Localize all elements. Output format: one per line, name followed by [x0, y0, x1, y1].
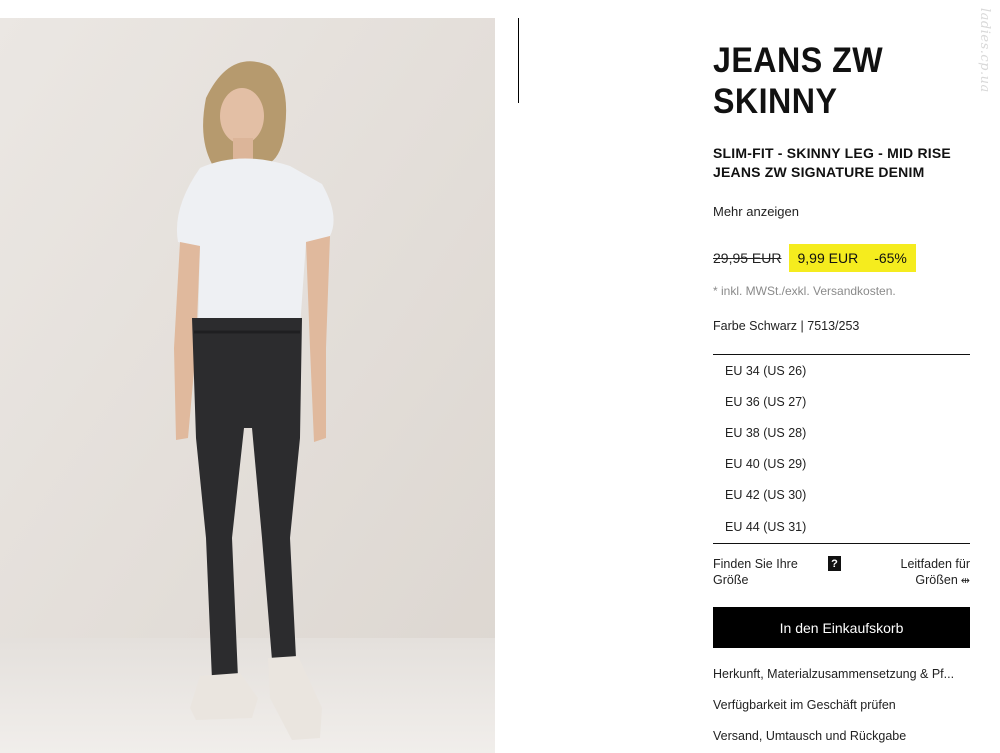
product-subtitle-line: JEANS ZW SIGNATURE DENIM: [713, 164, 925, 180]
sale-price-badge: 9,99 EUR -65%: [789, 244, 916, 272]
old-price: 29,95 EUR: [713, 250, 782, 266]
discount-label: -65%: [874, 250, 907, 266]
composition-care-link[interactable]: Herkunft, Materialzusammensetzung & Pf..…: [713, 666, 970, 697]
model-image: [0, 18, 495, 753]
product-info: JEANS ZW SKINNY SLIM-FIT - SKINNY LEG - …: [713, 40, 970, 219]
find-your-size-link[interactable]: Finden Sie Ihre Größe: [713, 556, 813, 588]
size-help-row: Finden Sie Ihre Größe ? Leitfaden für Gr…: [713, 556, 970, 592]
product-photo[interactable]: [0, 18, 495, 753]
show-more-link[interactable]: Mehr anzeigen: [713, 204, 970, 219]
product-title-line: SKINNY: [713, 82, 838, 121]
size-option[interactable]: EU 40 (US 29): [713, 449, 970, 480]
price-row: 29,95 EUR 9,99 EUR -65%: [713, 244, 916, 272]
ruler-icon: ⇹: [960, 575, 970, 587]
tax-note: * inkl. MWSt./exkl. Versandkosten.: [713, 284, 896, 298]
size-guide-label: Leitfaden für: [900, 557, 971, 571]
new-price: 9,99 EUR: [797, 250, 859, 266]
product-subtitle: SLIM-FIT - SKINNY LEG - MID RISE JEANS Z…: [713, 144, 970, 182]
size-guide-label: Größen: [915, 573, 958, 587]
size-option[interactable]: EU 44 (US 31): [713, 511, 970, 542]
info-links: Herkunft, Materialzusammensetzung & Pf..…: [713, 666, 970, 753]
product-title: JEANS ZW SKINNY: [713, 40, 980, 122]
color-reference: Farbe Schwarz | 7513/253: [713, 319, 860, 333]
watermark: ladies.cp.ua: [977, 6, 994, 126]
size-option[interactable]: EU 38 (US 28): [713, 417, 970, 448]
find-size-label: Finden Sie Ihre: [713, 557, 798, 571]
help-icon[interactable]: ?: [828, 556, 841, 571]
size-option[interactable]: EU 36 (US 27): [713, 386, 970, 417]
store-availability-link[interactable]: Verfügbarkeit im Geschäft prüfen: [713, 697, 970, 728]
shipping-returns-link[interactable]: Versand, Umtausch und Rückgabe: [713, 728, 970, 753]
size-guide-link[interactable]: Leitfaden für Größen ⇹: [901, 556, 971, 589]
gallery-divider: [518, 18, 519, 103]
size-list: EU 34 (US 26) EU 36 (US 27) EU 38 (US 28…: [713, 354, 970, 545]
size-option[interactable]: EU 42 (US 30): [713, 480, 970, 511]
product-subtitle-line: SLIM-FIT - SKINNY LEG - MID RISE: [713, 145, 951, 161]
add-to-cart-button[interactable]: In den Einkaufskorb: [713, 607, 970, 648]
size-option[interactable]: EU 34 (US 26): [713, 355, 970, 386]
product-title-line: JEANS ZW: [713, 41, 884, 80]
find-size-label: Größe: [713, 573, 749, 587]
